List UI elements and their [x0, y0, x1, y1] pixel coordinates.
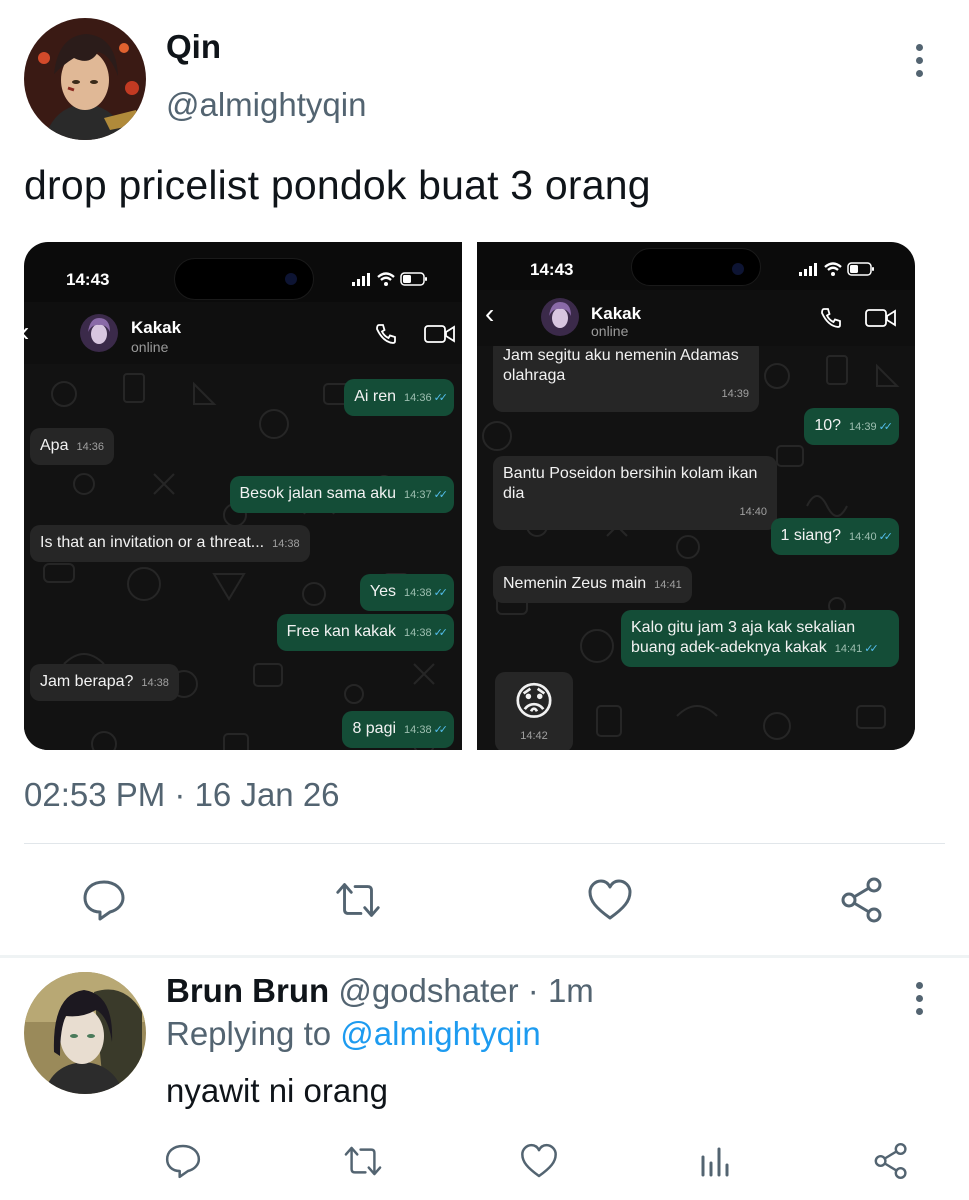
share-icon — [841, 877, 882, 923]
chat-area: Jam segitu aku nemenin Adamas olahraga 14… — [477, 346, 915, 750]
reply-author-name[interactable]: Brun Brun — [166, 972, 329, 1009]
contact-avatar[interactable] — [80, 314, 118, 352]
contact-name[interactable]: Kakak — [591, 304, 641, 324]
read-ticks-icon: ✓✓ — [433, 627, 449, 639]
analytics-icon — [701, 1147, 729, 1177]
message-bubble-out[interactable]: Besok jalan sama aku 14:37 ✓✓ — [229, 476, 454, 513]
message-bubble-in[interactable]: Jam segitu aku nemenin Adamas olahraga 14… — [493, 346, 759, 412]
message-bubble-out[interactable]: 8 pagi 14:38 ✓✓ — [342, 711, 454, 748]
reply-more-options-button[interactable] — [905, 978, 933, 1018]
main-tweet: Qin @almightyqin drop pricelist pondok b… — [0, 0, 969, 958]
chat-screenshot-right[interactable]: 14:43 ‹ Kakak online Jam segitu aku neme… — [477, 242, 915, 750]
message-bubble-out[interactable]: 1 siang? 14:40 ✓✓ — [770, 518, 899, 555]
tweet-timestamp: 02:53 PM · 16 Jan 26 — [24, 776, 340, 813]
message-bubble-in[interactable]: Apa 14:36 — [30, 428, 114, 465]
reply-tweet[interactable]: Brun Brun @godshater · 1m Replying to @a… — [0, 958, 969, 1200]
like-icon — [521, 1143, 557, 1178]
read-ticks-icon: ✓✓ — [433, 724, 449, 736]
replying-to-line: Replying to @almightyqin — [166, 1015, 541, 1052]
like-button[interactable] — [584, 874, 636, 926]
chat-area: Ai ren 14:36 ✓✓ Apa 14:36 Besok jalan sama … — [24, 364, 462, 750]
reply-author-avatar[interactable] — [24, 972, 146, 1094]
message-bubble-out[interactable]: Yes 14:38 ✓✓ — [359, 574, 454, 611]
reply-analytics-button[interactable] — [692, 1138, 738, 1184]
message-bubble-in[interactable]: Nemenin Zeus main 14:41 — [493, 566, 692, 603]
contact-name[interactable]: Kakak — [131, 318, 181, 338]
divider — [24, 843, 945, 844]
reply-author-handle[interactable]: @godshater — [338, 972, 518, 1009]
video-icon[interactable] — [424, 324, 456, 344]
read-ticks-icon: ✓✓ — [433, 587, 449, 599]
reply-button[interactable] — [78, 874, 130, 926]
back-chevron-icon[interactable]: ‹ — [485, 298, 494, 330]
back-chevron-icon[interactable]: ‹ — [24, 316, 29, 348]
share-button[interactable] — [836, 874, 888, 926]
read-ticks-icon: ✓✓ — [433, 392, 449, 404]
reply-retweet-button[interactable] — [340, 1138, 386, 1184]
wifi-icon — [824, 262, 842, 276]
reply-icon — [165, 1144, 201, 1179]
reply-header: Brun Brun @godshater · 1m — [166, 972, 594, 1009]
retweet-icon — [344, 1146, 382, 1176]
reply-icon — [83, 880, 125, 921]
reply-text: nyawit ni orang — [166, 1072, 388, 1109]
dynamic-island — [631, 248, 761, 286]
author-handle[interactable]: @almightyqin — [166, 86, 366, 124]
phone-icon[interactable] — [819, 306, 843, 330]
status-time: 14:43 — [66, 270, 110, 289]
reply-age: 1m — [547, 972, 594, 1009]
signal-icon — [799, 262, 817, 276]
share-icon — [874, 1143, 907, 1179]
retweet-button[interactable] — [332, 874, 384, 926]
worried-face-emoji: 😟 — [513, 680, 555, 724]
tweet-text: drop pricelist pondok buat 3 orang — [24, 162, 651, 208]
message-bubble-out[interactable]: 10? 14:39 ✓✓ — [804, 408, 899, 445]
chat-header: ‹ Kakak online — [24, 302, 462, 364]
message-bubble-out[interactable]: Kalo gitu jam 3 aja kak sekalian buang a… — [621, 610, 899, 667]
dynamic-island — [174, 258, 314, 300]
status-time: 14:43 — [530, 260, 574, 279]
message-bubble-in[interactable]: Jam berapa? 14:38 — [30, 664, 179, 701]
more-vertical-icon — [915, 43, 923, 51]
wifi-icon — [377, 272, 395, 286]
read-ticks-icon: ✓✓ — [433, 489, 449, 501]
message-bubble-out[interactable]: Free kan kakak 14:38 ✓✓ — [276, 614, 454, 651]
reply-like-button[interactable] — [516, 1138, 562, 1184]
phone-icon[interactable] — [374, 322, 398, 346]
video-icon[interactable] — [865, 308, 897, 328]
more-vertical-icon — [915, 981, 923, 989]
signal-icon — [352, 272, 370, 286]
like-icon — [588, 879, 632, 920]
reply-share-button[interactable] — [868, 1138, 914, 1184]
read-ticks-icon: ✓✓ — [878, 531, 894, 543]
chat-header: ‹ Kakak online — [477, 290, 915, 346]
replying-to-mention[interactable]: @almightyqin — [340, 1015, 540, 1052]
battery-icon — [400, 272, 427, 286]
contact-avatar[interactable] — [541, 298, 579, 336]
read-ticks-icon: ✓✓ — [878, 421, 894, 433]
chat-screenshot-left[interactable]: 14:43 ‹ Kakak online — [24, 242, 462, 750]
retweet-icon — [336, 883, 380, 917]
emoji-message-bubble[interactable]: 😟 14:42 — [495, 672, 573, 750]
message-bubble-in[interactable]: Bantu Poseidon bersihin kolam ikan dia 14… — [493, 456, 777, 530]
read-ticks-icon: ✓✓ — [864, 643, 879, 655]
status-icons — [799, 262, 875, 276]
message-bubble-in[interactable]: Is that an invitation or a threat... 14:3… — [30, 525, 310, 562]
contact-status: online — [591, 323, 629, 339]
author-display-name[interactable]: Qin — [166, 28, 221, 66]
author-avatar[interactable] — [24, 18, 146, 140]
reply-reply-button[interactable] — [160, 1138, 206, 1184]
message-bubble-out[interactable]: Ai ren 14:36 ✓✓ — [344, 379, 454, 416]
status-icons — [352, 272, 428, 286]
battery-icon — [847, 262, 874, 276]
contact-status: online — [131, 339, 169, 355]
more-options-button[interactable] — [905, 40, 933, 80]
